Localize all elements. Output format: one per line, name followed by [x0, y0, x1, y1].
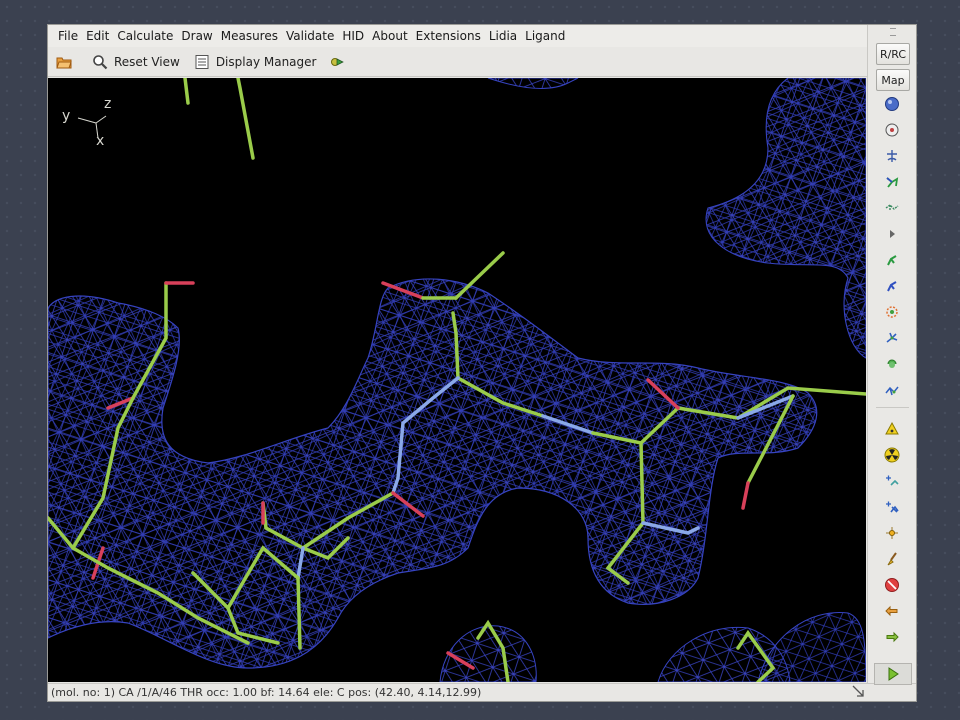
flip-peptide-icon[interactable] [883, 173, 901, 191]
display-manager-button[interactable]: Display Manager [194, 54, 317, 70]
status-bar: (mol. no: 1) CA /1/A/46 THR occ: 1.00 bf… [48, 683, 916, 701]
display-manager-label: Display Manager [215, 54, 317, 69]
axis-y-label: y [62, 108, 70, 124]
menu-validate[interactable]: Validate [282, 26, 338, 46]
auto-fit-rotamer-icon[interactable] [883, 147, 901, 165]
menu-edit[interactable]: Edit [82, 26, 113, 46]
side-chain-icon[interactable] [883, 199, 901, 217]
molecule-map-canvas: y z x [48, 78, 866, 682]
menu-ligand[interactable]: Ligand [521, 26, 569, 46]
reset-view-button[interactable]: Reset View [92, 54, 180, 70]
axis-z-label: z [104, 96, 111, 112]
rotate-translate-icon[interactable] [883, 121, 901, 139]
menu-hid[interactable]: HID [338, 26, 368, 46]
menu-calculate[interactable]: Calculate [113, 26, 177, 46]
graphics-viewport[interactable]: y z x [48, 78, 866, 682]
rigid-body-icon[interactable] [883, 329, 901, 347]
radiation-icon[interactable] [883, 446, 901, 464]
regularize-icon[interactable] [883, 381, 901, 399]
paint-brush-icon[interactable] [883, 550, 901, 568]
panel-handle-icon[interactable] [890, 28, 896, 36]
menu-measures[interactable]: Measures [217, 26, 282, 46]
rrc-button[interactable]: R/RC [876, 43, 910, 65]
add-alt-conf-icon[interactable] [883, 277, 901, 295]
play-small-icon[interactable] [883, 225, 901, 243]
menu-bar: File Edit Calculate Draw Measures Valida… [48, 25, 868, 47]
play-button[interactable] [874, 663, 912, 685]
play-icon [888, 667, 899, 681]
pepflip-icon[interactable] [883, 355, 901, 373]
stop-icon[interactable] [883, 576, 901, 594]
place-atom-icon[interactable] [883, 472, 901, 490]
reset-view-label: Reset View [114, 54, 180, 69]
delete-atom-icon[interactable] [883, 498, 901, 516]
open-coordinates-button[interactable] [56, 54, 78, 70]
axis-x-label: x [96, 133, 104, 149]
menu-lidia[interactable]: Lidia [485, 26, 521, 46]
extra-tool-button[interactable] [330, 54, 352, 70]
add-residue-icon[interactable] [883, 251, 901, 269]
magnifier-icon [92, 54, 108, 70]
map-button[interactable]: Map [876, 69, 910, 91]
toolbar: Reset View Display Manager [48, 47, 868, 77]
coot-main-window: File Edit Calculate Draw Measures Valida… [47, 24, 917, 702]
arrow-right-icon [330, 54, 346, 70]
modelling-toolbar: R/RC Map [867, 25, 916, 685]
display-manager-icon [194, 54, 210, 70]
resize-grip-icon[interactable] [852, 685, 864, 697]
status-text: (mol. no: 1) CA /1/A/46 THR occ: 1.00 bf… [51, 686, 482, 699]
refine-sphere-icon[interactable] [883, 95, 901, 113]
axes-indicator: y z x [62, 96, 111, 149]
ligand-fit-icon[interactable] [883, 303, 901, 321]
undo-icon[interactable] [883, 602, 901, 620]
menu-file[interactable]: File [54, 26, 82, 46]
menu-extensions[interactable]: Extensions [412, 26, 485, 46]
toolbar-separator [876, 407, 909, 408]
warning-icon[interactable] [883, 420, 901, 438]
redo-icon[interactable] [883, 628, 901, 646]
menu-draw[interactable]: Draw [177, 26, 216, 46]
menu-about[interactable]: About [368, 26, 411, 46]
pointer-icon[interactable] [883, 524, 901, 542]
folder-open-icon [56, 54, 72, 70]
